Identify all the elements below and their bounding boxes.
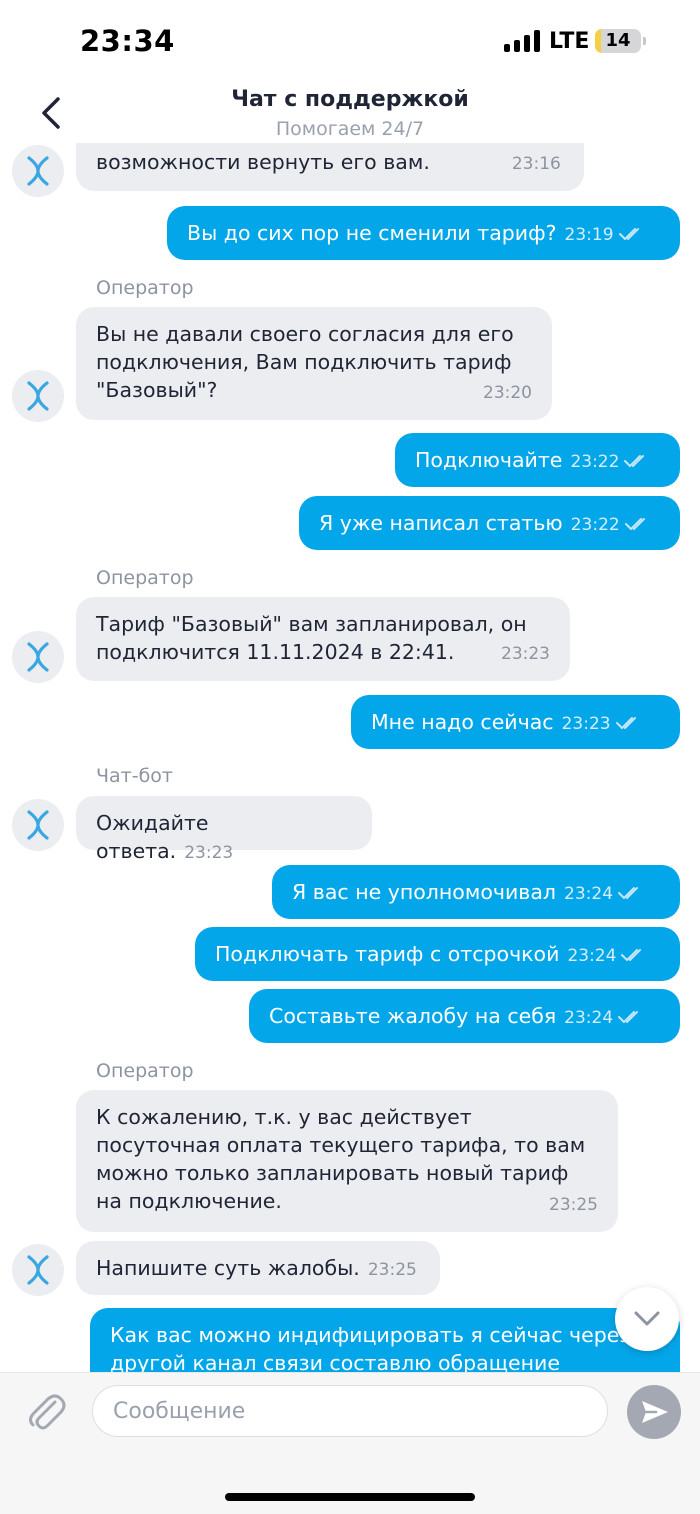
sender-name: Оператор [96,567,194,589]
message-time: 23:25 [367,1260,417,1280]
battery-icon: 14 [595,29,641,53]
double-check-icon [618,228,639,240]
bot-avatar-icon [27,1255,49,1285]
double-check-icon [618,1011,639,1023]
message-time: 23:22 [570,452,620,472]
message-input[interactable] [92,1385,608,1437]
message-time: 23:20 [483,383,532,403]
chat-header: Чат с поддержкой Помогаем 24/7 [0,85,700,143]
sender-name: Оператор [96,1060,194,1082]
message-text: Тариф "Базовый" вам запланировал, он под… [96,612,527,664]
double-check-icon [621,949,642,961]
bot-avatar [12,1244,64,1296]
message-bubble[interactable]: Ожидайте ответа. 23:23 [76,796,372,863]
message-bubble[interactable]: Мне надо сейчас 23:23 [351,695,680,749]
send-button[interactable] [627,1385,681,1439]
message-bubble[interactable]: Вы до сих пор не сменили тариф? 23:19 [167,206,680,260]
message-text: Вы не давали своего согласия для его под… [96,322,514,402]
send-icon [642,1401,668,1423]
message-text: Напишите суть жалобы. [96,1256,360,1280]
message-time: 23:25 [549,1195,598,1215]
message-text: Мне надо сейчас [371,710,554,734]
message-time: 23:24 [564,884,614,904]
chat-title: Чат с поддержкой [231,87,469,112]
message-text: возможности вернуть его вам. [96,150,430,174]
message-time: 23:16 [511,154,561,174]
bot-avatar-icon [27,642,49,672]
bot-avatar [12,631,64,683]
bot-avatar-icon [27,381,49,411]
signal-icon [504,30,540,52]
double-check-icon [615,717,636,729]
bot-avatar [12,799,64,851]
message-text: Подключайте [415,448,563,472]
message-list[interactable]: возможности вернуть его вам. 23:16 Вы до … [0,143,700,1372]
message-bubble[interactable]: Тариф "Базовый" вам запланировал, он под… [76,597,570,681]
home-indicator [225,1493,475,1501]
bot-avatar-icon [27,810,49,840]
battery-level: 14 [605,30,631,51]
composer [0,1372,700,1514]
message-bubble[interactable]: Подключать тариф с отсрочкой 23:24 [195,927,680,981]
chevron-down-icon [634,1311,660,1326]
message-text: Я уже написал статью [319,511,563,535]
message-text: Я вас не уполномочивал [292,880,557,904]
message-time: 23:24 [564,1008,614,1028]
sender-name: Оператор [96,277,194,299]
message-text: Подключать тариф с отсрочкой [215,942,560,966]
message-time: 23:23 [184,843,234,863]
chat-subtitle: Помогаем 24/7 [275,118,425,140]
bot-avatar-icon [27,156,49,186]
paperclip-icon [29,1394,66,1430]
message-bubble[interactable]: Составьте жалобу на себя 23:24 [249,989,680,1043]
message-text: Составьте жалобу на себя [269,1004,557,1028]
double-check-icon [624,455,645,467]
message-time: 23:24 [567,946,617,966]
message-text: К сожалению, т.к. у вас действует посуто… [96,1105,586,1213]
message-bubble[interactable]: К сожалению, т.к. у вас действует посуто… [76,1090,618,1232]
status-time: 23:34 [80,24,175,58]
message-bubble[interactable]: Как вас можно индифицировать я сейчас че… [90,1308,680,1372]
message-time: 23:23 [561,714,611,734]
message-bubble[interactable]: возможности вернуть его вам. 23:16 [76,143,584,191]
sender-name: Чат-бот [96,765,174,787]
bot-avatar [12,145,64,197]
message-time: 23:22 [570,515,620,535]
message-time: 23:23 [501,644,550,664]
message-time: 23:19 [564,225,614,245]
message-text: Вы до сих пор не сменили тариф? [187,221,557,245]
message-bubble[interactable]: Я уже написал статью 23:22 [299,496,680,550]
network-type: LTE [549,29,590,54]
double-check-icon [618,887,639,899]
message-bubble[interactable]: Я вас не уполномочивал 23:24 [272,865,680,919]
status-bar: 23:34 LTE 14 [0,0,700,85]
double-check-icon [624,518,645,530]
message-bubble[interactable]: Вы не давали своего согласия для его под… [76,307,552,420]
message-text: Как вас можно индифицировать я сейчас че… [110,1323,631,1372]
message-bubble[interactable]: Подключайте 23:22 [395,433,680,487]
scroll-down-button[interactable] [615,1287,679,1351]
message-bubble[interactable]: Напишите суть жалобы. 23:25 [76,1241,440,1295]
attach-button[interactable] [22,1387,70,1435]
bot-avatar [12,370,64,422]
